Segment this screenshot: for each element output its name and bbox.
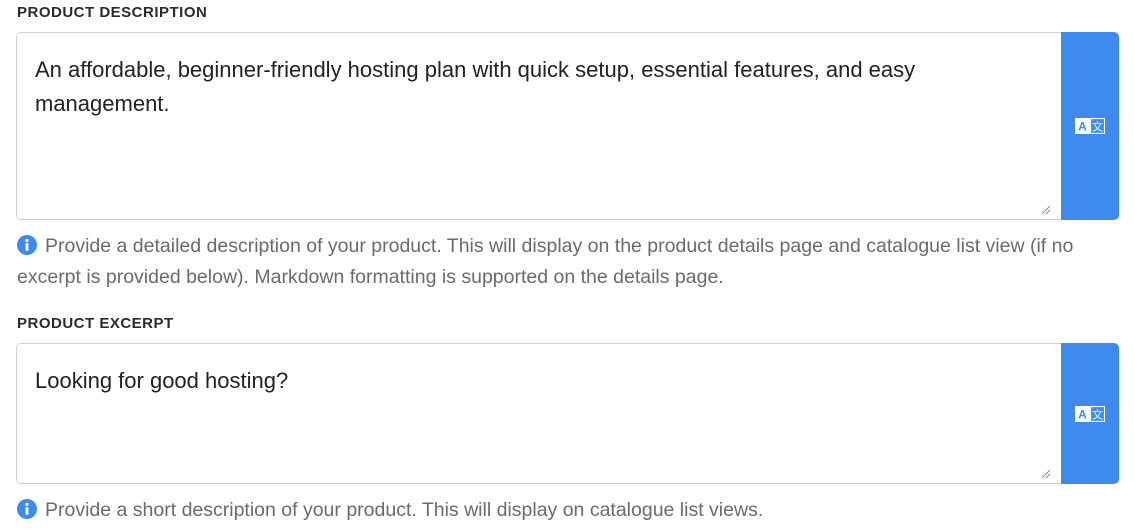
product-excerpt-label: PRODUCT EXCERPT xyxy=(17,315,174,332)
product-excerpt-field: Looking for good hosting? A 文 xyxy=(16,343,1119,484)
product-description-help: Provide a detailed description of your p… xyxy=(17,231,1117,293)
translate-icon: A 文 xyxy=(1075,405,1105,422)
product-excerpt-help-text: Provide a short description of your prod… xyxy=(45,499,764,521)
svg-text:A: A xyxy=(1078,120,1087,134)
svg-text:文: 文 xyxy=(1092,120,1103,134)
product-description-field: An affordable, beginner-friendly hosting… xyxy=(16,32,1119,220)
info-icon xyxy=(17,499,37,519)
translate-description-button[interactable]: A 文 xyxy=(1061,32,1119,220)
resize-grip-icon[interactable] xyxy=(1041,205,1051,215)
svg-text:A: A xyxy=(1078,407,1087,421)
translate-icon: A 文 xyxy=(1075,118,1105,134)
svg-text:文: 文 xyxy=(1092,407,1103,421)
product-description-textarea[interactable]: An affordable, beginner-friendly hosting… xyxy=(16,32,1061,220)
product-excerpt-help: Provide a short description of your prod… xyxy=(17,495,1117,526)
product-excerpt-textarea[interactable]: Looking for good hosting? xyxy=(16,343,1061,484)
info-icon xyxy=(17,235,37,255)
product-description-label: PRODUCT DESCRIPTION xyxy=(17,4,208,21)
resize-grip-icon[interactable] xyxy=(1041,469,1051,479)
product-form: PRODUCT DESCRIPTION An affordable, begin… xyxy=(0,0,1134,532)
product-description-help-text: Provide a detailed description of your p… xyxy=(17,235,1074,288)
translate-excerpt-button[interactable]: A 文 xyxy=(1061,343,1119,484)
